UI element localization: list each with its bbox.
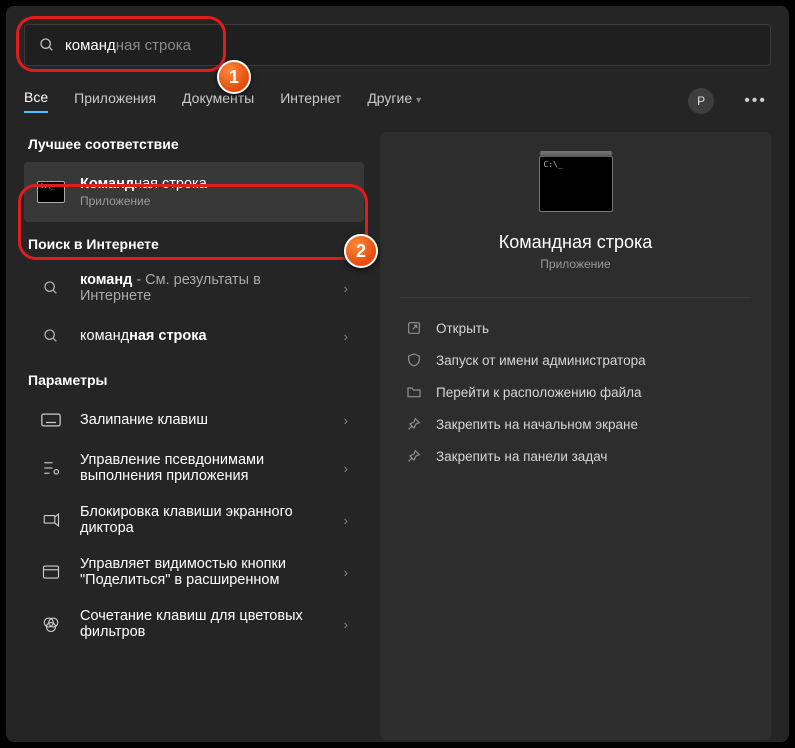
action-label: Закрепить на панели задач (436, 449, 607, 464)
search-icon (36, 276, 66, 300)
shield-icon (406, 352, 422, 368)
chevron-right-icon: › (344, 461, 352, 476)
cmd-icon (36, 180, 66, 204)
action-pin-taskbar[interactable]: Закрепить на панели задач (400, 440, 751, 472)
result-title: командная строка (80, 328, 330, 344)
window-icon (36, 560, 66, 584)
keyboard-icon (36, 408, 66, 432)
result-title: Залипание клавиш (80, 412, 330, 428)
result-best-cmd[interactable]: Командная строка Приложение (24, 162, 364, 222)
preview-title: Командная строка (400, 232, 751, 253)
preview-pane: Командная строка Приложение Открыть Запу… (380, 132, 771, 740)
search-input[interactable]: командная строка (24, 24, 771, 66)
chevron-right-icon: › (344, 413, 352, 428)
chevron-right-icon: › (344, 565, 352, 580)
filter-tabs: Все Приложения Документы Интернет Другие… (24, 88, 771, 114)
search-text: командная строка (65, 37, 191, 54)
open-icon (406, 320, 422, 336)
tab-docs[interactable]: Документы (182, 90, 254, 112)
result-title: Управление псевдонимами выполнения прило… (80, 452, 330, 484)
action-label: Запуск от имени администратора (436, 353, 646, 368)
result-setting-share-button[interactable]: Управляет видимостью кнопки "Поделиться"… (24, 546, 364, 598)
annotation-badge-1: 1 (217, 60, 251, 94)
action-run-admin[interactable]: Запуск от имени администратора (400, 344, 751, 376)
chevron-right-icon: › (344, 281, 352, 296)
annotation-badge-2: 2 (344, 234, 378, 268)
result-title: Управляет видимостью кнопки "Поделиться"… (80, 556, 330, 588)
tab-apps[interactable]: Приложения (74, 90, 156, 112)
result-setting-color-filters[interactable]: Сочетание клавиш для цветовых фильтров › (24, 598, 364, 650)
tab-more[interactable]: Другие▾ (367, 90, 421, 112)
result-title: Блокировка клавиши экранного диктора (80, 504, 330, 536)
filter-icon (36, 612, 66, 636)
action-label: Закрепить на начальном экране (436, 417, 638, 432)
action-label: Открыть (436, 321, 489, 336)
search-icon (36, 324, 66, 348)
chevron-down-icon: ▾ (416, 95, 421, 106)
action-open[interactable]: Открыть (400, 312, 751, 344)
chevron-right-icon: › (344, 617, 352, 632)
result-web-1[interactable]: команд - См. результаты в Интернете › (24, 262, 364, 314)
result-subtitle: Приложение (80, 194, 352, 208)
chevron-right-icon: › (344, 329, 352, 344)
tab-all[interactable]: Все (24, 89, 48, 113)
search-icon (39, 37, 55, 53)
divider (400, 297, 751, 298)
more-button[interactable]: ••• (740, 92, 771, 110)
result-title: команд - См. результаты в Интернете (80, 272, 330, 304)
action-label: Перейти к расположению файла (436, 385, 642, 400)
start-search-panel: командная строка Все Приложения Документ… (6, 6, 789, 742)
result-title: Сочетание клавиш для цветовых фильтров (80, 608, 330, 640)
result-web-2[interactable]: командная строка › (24, 314, 364, 358)
folder-icon (406, 384, 422, 400)
result-setting-narrator-lock[interactable]: Блокировка клавиши экранного диктора › (24, 494, 364, 546)
tab-internet[interactable]: Интернет (280, 90, 341, 112)
pin-icon (406, 448, 422, 464)
pin-icon (406, 416, 422, 432)
user-avatar[interactable]: P (688, 88, 714, 114)
section-settings: Параметры (28, 372, 364, 388)
action-pin-start[interactable]: Закрепить на начальном экране (400, 408, 751, 440)
chevron-right-icon: › (344, 513, 352, 528)
section-best-match: Лучшее соответствие (28, 136, 364, 152)
result-title: Командная строка (80, 176, 352, 192)
preview-app-icon (539, 156, 613, 212)
section-web: Поиск в Интернете (28, 236, 364, 252)
action-open-location[interactable]: Перейти к расположению файла (400, 376, 751, 408)
narrator-icon (36, 508, 66, 532)
result-setting-sticky-keys[interactable]: Залипание клавиш › (24, 398, 364, 442)
preview-subtitle: Приложение (400, 257, 751, 271)
list-settings-icon (36, 456, 66, 480)
result-setting-app-aliases[interactable]: Управление псевдонимами выполнения прило… (24, 442, 364, 494)
results-column: Лучшее соответствие Командная строка При… (24, 132, 364, 740)
